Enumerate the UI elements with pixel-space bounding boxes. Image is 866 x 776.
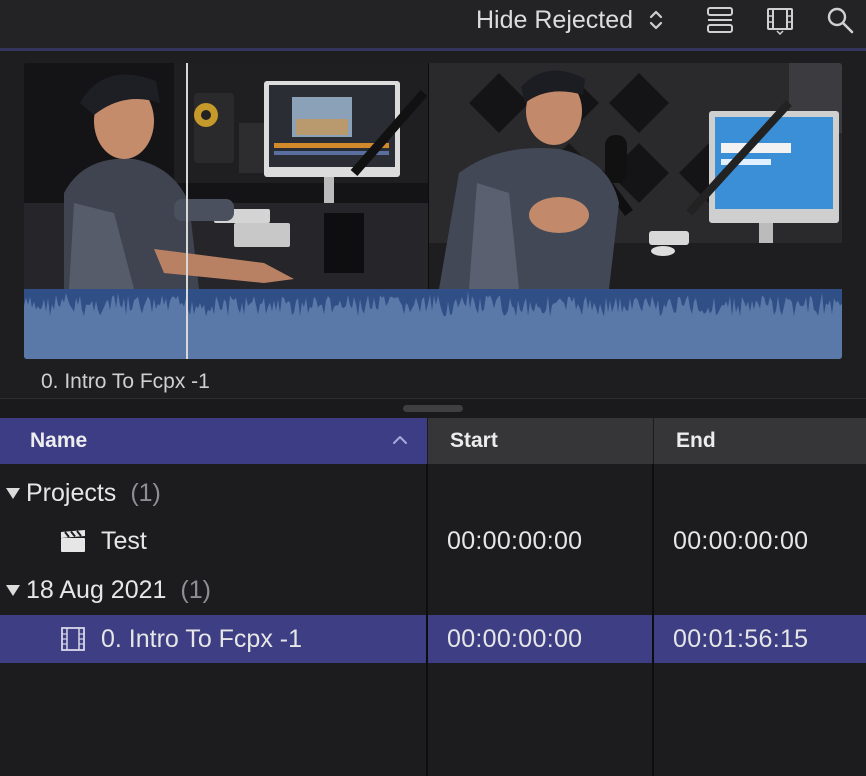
item-end-timecode: 00:00:00:00 xyxy=(673,526,809,555)
search-icon[interactable] xyxy=(825,5,855,35)
column-separator xyxy=(426,464,428,776)
filmstrip-clip-name: 0. Intro To Fcpx -1 xyxy=(41,370,210,393)
list-item-selected[interactable]: 0. Intro To Fcpx -1 00:00:00:00 00:01:56… xyxy=(0,615,866,663)
group-count: (1) xyxy=(130,478,161,507)
item-name: Test xyxy=(101,526,147,555)
sort-ascending-icon xyxy=(393,436,407,444)
clip-appearance-icon[interactable] xyxy=(705,5,735,35)
filmstrip-thumbnail xyxy=(429,63,842,289)
list-item[interactable]: Test 00:00:00:00 00:00:00:00 xyxy=(0,517,866,565)
film-clip-icon xyxy=(61,627,85,651)
column-header-name[interactable]: Name xyxy=(0,418,427,464)
filmstrip-thumbnail xyxy=(24,63,428,289)
column-header-start[interactable]: Start xyxy=(428,418,653,464)
item-end-timecode: 00:01:56:15 xyxy=(673,624,809,653)
clip-filmstrip[interactable] xyxy=(24,63,842,359)
group-count: (1) xyxy=(180,575,211,604)
column-separator xyxy=(652,464,654,776)
column-header-end[interactable]: End xyxy=(654,418,866,464)
filter-chevron-icon xyxy=(649,10,663,30)
column-header-name-label: Name xyxy=(30,429,88,452)
group-label: Projects xyxy=(26,478,117,507)
item-name: 0. Intro To Fcpx -1 xyxy=(101,624,303,653)
audio-waveform xyxy=(24,289,842,359)
disclosure-triangle-icon[interactable] xyxy=(4,485,22,501)
item-start-timecode: 00:00:00:00 xyxy=(447,624,583,653)
column-header-end-label: End xyxy=(676,429,716,452)
group-row-projects[interactable]: Projects (1) xyxy=(0,469,866,517)
item-start-timecode: 00:00:00:00 xyxy=(447,526,583,555)
group-label: 18 Aug 2021 xyxy=(26,575,167,604)
clip-filter-label: Hide Rejected xyxy=(476,5,634,34)
pane-divider[interactable] xyxy=(0,398,866,418)
filmstrip-view-icon[interactable] xyxy=(765,5,795,35)
browser-list-view: Name Start End Projects (1) Test 00:00:0… xyxy=(0,418,866,776)
column-header-start-label: Start xyxy=(450,429,498,452)
divider-grip-handle[interactable] xyxy=(403,405,463,412)
clapperboard-icon xyxy=(61,530,85,552)
disclosure-triangle-icon[interactable] xyxy=(4,582,22,598)
clip-filter-popup[interactable]: Hide Rejected xyxy=(476,4,665,36)
browser-toolbar: Hide Rejected xyxy=(0,0,866,48)
clip-preview-area: 0. Intro To Fcpx -1 xyxy=(0,51,866,398)
group-row-date[interactable]: 18 Aug 2021 (1) xyxy=(0,566,866,614)
skimmer-playhead[interactable] xyxy=(186,63,188,359)
